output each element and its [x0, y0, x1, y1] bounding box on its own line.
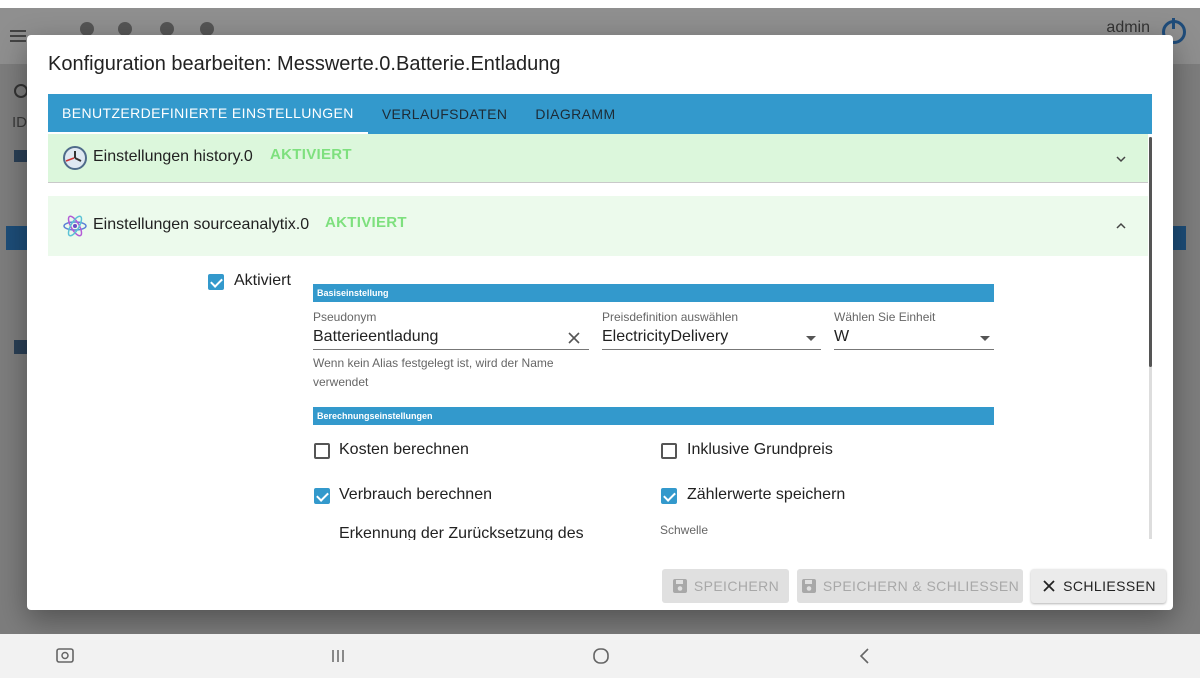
alias-helper-text: Wenn kein Alias festgelegt ist, wird der… [313, 356, 554, 389]
tab-bar: BENUTZERDEFINIERTE EINSTELLUNGEN VERLAUF… [48, 94, 1152, 134]
save-button-label: SPEICHERN [693, 578, 780, 594]
close-button[interactable]: SCHLIESSEN [1031, 569, 1166, 603]
alias-label: Pseudonym [313, 310, 377, 324]
folder-icon [14, 150, 28, 162]
recent-apps-icon[interactable] [326, 644, 350, 668]
edit-config-dialog: Konfiguration bearbeiten: Messwerte.0.Ba… [27, 35, 1173, 610]
toolbar-extra-icon[interactable] [200, 22, 214, 36]
toolbar-tool-icon[interactable] [80, 22, 94, 36]
floppy-icon [801, 578, 817, 594]
atom-icon [62, 213, 88, 239]
dialog-title: Konfiguration bearbeiten: Messwerte.0.Ba… [48, 53, 561, 75]
dialog-content: Einstellungen history.0 AKTIVIERT Einste… [48, 134, 1152, 540]
save-close-button[interactable]: SPEICHERN & SCHLIESSEN [797, 569, 1023, 603]
clear-icon[interactable] [567, 331, 581, 345]
wrench-icon[interactable] [118, 22, 132, 36]
section-calc-settings: Berechnungseinstellungen [313, 407, 994, 425]
floppy-icon [672, 578, 688, 594]
scrollbar[interactable] [1149, 137, 1152, 367]
alias-input[interactable]: Batterieentladung [313, 328, 438, 346]
gear-icon[interactable] [160, 22, 174, 36]
meter-values-label: Zählerwerte speichern [687, 486, 846, 503]
unit-underline [834, 349, 994, 350]
unit-label: Wählen Sie Einheit [834, 310, 936, 324]
threshold-label: Schwelle [660, 523, 709, 537]
folder-icon [14, 340, 28, 354]
save-button[interactable]: SPEICHERN [662, 569, 789, 603]
accordion-history[interactable]: Einstellungen history.0 AKTIVIERT [48, 134, 1148, 183]
tab-history-data[interactable]: VERLAUFSDATEN [368, 94, 522, 134]
close-icon [1041, 578, 1057, 594]
price-label: Preisdefinition auswählen [602, 310, 739, 324]
home-icon[interactable] [589, 644, 613, 668]
close-button-label: SCHLIESSEN [1063, 578, 1156, 594]
back-icon[interactable] [853, 644, 877, 668]
save-close-button-label: SPEICHERN & SCHLIESSEN [822, 578, 1020, 594]
reset-detection-label: Erkennung der Zurücksetzung des [339, 525, 584, 540]
status-badge: AKTIVIERT [270, 146, 352, 163]
enabled-checkbox[interactable] [208, 274, 224, 290]
section-basic-settings: Basiseinstellung [313, 284, 994, 302]
enabled-label: Aktiviert [234, 272, 291, 289]
dropdown-arrow-icon[interactable] [980, 336, 990, 341]
chevron-down-icon[interactable] [1116, 154, 1126, 164]
base-price-label: Inklusive Grundpreis [687, 441, 833, 458]
accordion-sourceanalytix[interactable]: Einstellungen sourceanalytix.0 AKTIVIERT [48, 196, 1148, 256]
dropdown-arrow-icon[interactable] [806, 336, 816, 341]
screenshot-icon[interactable] [53, 644, 77, 668]
costs-checkbox[interactable] [314, 443, 330, 459]
tab-chart[interactable]: DIAGRAMM [521, 94, 629, 134]
menu-icon[interactable] [10, 30, 26, 42]
chevron-up-icon[interactable] [1116, 221, 1126, 231]
status-badge: AKTIVIERT [325, 214, 407, 231]
meter-values-checkbox[interactable] [661, 488, 677, 504]
id-column-header: ID [12, 114, 27, 131]
system-navbar [0, 634, 1200, 678]
clock-icon [62, 145, 88, 171]
status-strip [0, 0, 1200, 8]
search-icon[interactable] [14, 84, 28, 98]
accordion-history-title: Einstellungen history.0 [93, 148, 253, 165]
price-select[interactable]: ElectricityDelivery [602, 328, 728, 346]
accordion-sourceanalytix-title: Einstellungen sourceanalytix.0 [93, 216, 310, 233]
consumption-checkbox[interactable] [314, 488, 330, 504]
unit-select[interactable]: W [834, 328, 849, 346]
selected-row-marker [6, 226, 28, 250]
alias-underline [313, 349, 589, 350]
base-price-checkbox[interactable] [661, 443, 677, 459]
tab-custom-settings[interactable]: BENUTZERDEFINIERTE EINSTELLUNGEN [48, 94, 368, 134]
price-underline [602, 349, 821, 350]
costs-label: Kosten berechnen [339, 441, 469, 458]
consumption-label: Verbrauch berechnen [339, 486, 492, 503]
